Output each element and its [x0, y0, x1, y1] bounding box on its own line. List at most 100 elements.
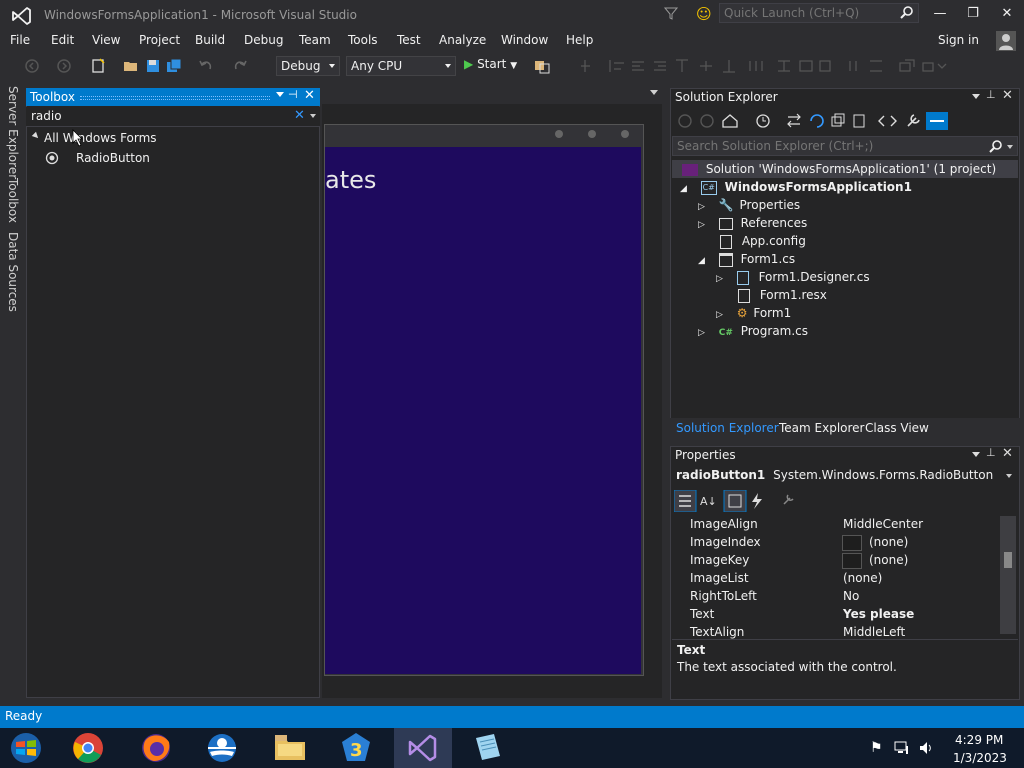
search-icon[interactable]: [900, 5, 914, 19]
window-position-dropdown-icon[interactable]: [972, 452, 980, 457]
tree-item-properties[interactable]: ▷ 🔧 Properties: [698, 196, 800, 214]
app-3-icon[interactable]: 3: [338, 730, 374, 766]
user-avatar-icon[interactable]: [996, 31, 1016, 51]
volume-icon[interactable]: [918, 740, 934, 756]
search-icon[interactable]: [989, 139, 1003, 153]
server-explorer-tab[interactable]: Server Explorer: [6, 86, 20, 179]
toolbox-item-radiobutton[interactable]: RadioButton: [76, 151, 150, 165]
maximize-button[interactable]: ❐: [959, 4, 987, 24]
property-name[interactable]: RightToLeft: [690, 587, 757, 605]
property-value[interactable]: (none): [843, 569, 882, 587]
form-client-area[interactable]: [325, 147, 641, 674]
menu-window[interactable]: Window: [501, 33, 548, 47]
property-name[interactable]: ImageKey: [690, 551, 749, 569]
solution-explorer-close-icon[interactable]: ✕: [1002, 88, 1013, 103]
tree-item-program-cs[interactable]: ▷ C# Program.cs: [698, 322, 808, 340]
object-selector-dropdown[interactable]: radioButton1 System.Windows.Forms.RadioB…: [676, 468, 1016, 486]
property-value[interactable]: (none): [869, 533, 908, 551]
tree-item-form1-cs[interactable]: ◢ Form1.cs: [698, 250, 795, 268]
menu-view[interactable]: View: [92, 33, 120, 47]
notepad-icon[interactable]: [470, 730, 506, 766]
quick-launch-input[interactable]: [720, 4, 894, 22]
back-icon[interactable]: [24, 58, 40, 74]
toolbox-group-all-windows-forms[interactable]: All Windows Forms: [44, 131, 157, 145]
new-project-icon[interactable]: [90, 58, 106, 74]
menu-debug[interactable]: Debug: [244, 33, 283, 47]
solution-configuration-dropdown[interactable]: Debug: [276, 56, 340, 76]
quick-launch-box[interactable]: [719, 3, 919, 23]
document-dropdown-icon[interactable]: [650, 90, 658, 95]
menu-edit[interactable]: Edit: [51, 33, 74, 47]
browser-link-icon[interactable]: [534, 58, 550, 74]
tree-item-project[interactable]: ◢ C# WindowsFormsApplication1: [680, 178, 912, 196]
properties-close-icon[interactable]: ✕: [1002, 446, 1013, 461]
window-position-dropdown-icon[interactable]: [276, 92, 284, 97]
clear-search-icon[interactable]: ✕: [294, 108, 305, 123]
property-value[interactable]: Yes please: [843, 605, 914, 623]
tree-item-form1-designer[interactable]: ▷ Form1.Designer.cs: [716, 268, 870, 286]
toolbox-search-input[interactable]: [26, 107, 281, 125]
file-explorer-icon[interactable]: [272, 730, 308, 766]
action-center-flag-icon[interactable]: ⚑: [870, 740, 883, 756]
firefox-icon[interactable]: [138, 730, 174, 766]
menu-tools[interactable]: Tools: [348, 33, 378, 47]
tab-solution-explorer[interactable]: Solution Explorer: [676, 421, 779, 435]
start-debugging-button[interactable]: ▶ Start ▼: [464, 57, 517, 75]
form-label-text[interactable]: ates: [325, 166, 376, 194]
tree-item-references[interactable]: ▷ References: [698, 214, 807, 232]
redo-icon[interactable]: [232, 58, 248, 74]
properties-toolbar[interactable]: A↓: [674, 490, 800, 512]
pin-icon[interactable]: ⊥: [986, 88, 996, 101]
menu-analyze[interactable]: Analyze: [439, 33, 486, 47]
property-name[interactable]: ImageAlign: [690, 515, 758, 533]
tree-item-app-config[interactable]: App.config: [720, 232, 806, 250]
tab-team-explorer[interactable]: Team Explorer: [779, 421, 865, 435]
solution-explorer-toolbar[interactable]: [676, 112, 948, 130]
start-orb-icon[interactable]: [8, 730, 44, 766]
opera-icon[interactable]: [204, 730, 240, 766]
property-name[interactable]: Text: [690, 605, 714, 623]
save-icon[interactable]: [145, 58, 161, 74]
menu-help[interactable]: Help: [566, 33, 593, 47]
open-file-icon[interactable]: [123, 58, 139, 74]
property-value[interactable]: (none): [869, 551, 908, 569]
visual-studio-taskbar-icon[interactable]: [404, 730, 440, 766]
save-all-icon[interactable]: [166, 58, 182, 74]
solution-platform-dropdown[interactable]: Any CPU: [346, 56, 456, 76]
menu-file[interactable]: File: [10, 33, 30, 47]
scrollbar-thumb[interactable]: [1004, 552, 1012, 568]
menu-test[interactable]: Test: [397, 33, 421, 47]
tab-class-view[interactable]: Class View: [865, 421, 929, 435]
toolbox-search-box[interactable]: ✕: [26, 107, 320, 127]
menu-team[interactable]: Team: [299, 33, 331, 47]
solution-search-input[interactable]: [673, 137, 977, 155]
undo-icon[interactable]: [198, 58, 214, 74]
tree-item-form1-class[interactable]: ▷ ⚙ Form1: [716, 304, 791, 322]
property-name[interactable]: ImageList: [690, 569, 749, 587]
property-name[interactable]: ImageIndex: [690, 533, 761, 551]
properties-scrollbar[interactable]: [1000, 516, 1016, 634]
toolbox-close-icon[interactable]: ✕: [304, 88, 315, 103]
pin-icon[interactable]: ⊥: [986, 446, 996, 459]
tree-item-form1-resx[interactable]: Form1.resx: [738, 286, 827, 304]
forward-icon[interactable]: [56, 58, 72, 74]
feedback-filter-icon[interactable]: [664, 6, 678, 20]
property-value[interactable]: MiddleCenter: [843, 515, 923, 533]
close-button[interactable]: ✕: [993, 4, 1021, 24]
toolbox-tab[interactable]: Toolbox: [6, 178, 20, 223]
search-options-icon[interactable]: [310, 114, 316, 118]
minimize-button[interactable]: —: [926, 4, 954, 24]
menu-build[interactable]: Build: [195, 33, 225, 47]
solution-explorer-search[interactable]: [672, 136, 1018, 156]
pin-icon[interactable]: ⊣: [288, 88, 298, 101]
network-icon[interactable]: [894, 740, 910, 756]
data-sources-tab[interactable]: Data Sources: [6, 232, 20, 312]
tree-item-solution[interactable]: Solution 'WindowsFormsApplication1' (1 p…: [682, 160, 996, 178]
search-options-icon[interactable]: [1007, 145, 1013, 149]
taskbar-date[interactable]: 1/3/2023: [953, 751, 1007, 765]
chrome-icon[interactable]: [70, 730, 106, 766]
window-position-dropdown-icon[interactable]: [972, 94, 980, 99]
feedback-smiley-icon[interactable]: ☺: [696, 5, 712, 23]
toolbox-grip[interactable]: [80, 96, 270, 100]
taskbar-time[interactable]: 4:29 PM: [955, 733, 1003, 747]
